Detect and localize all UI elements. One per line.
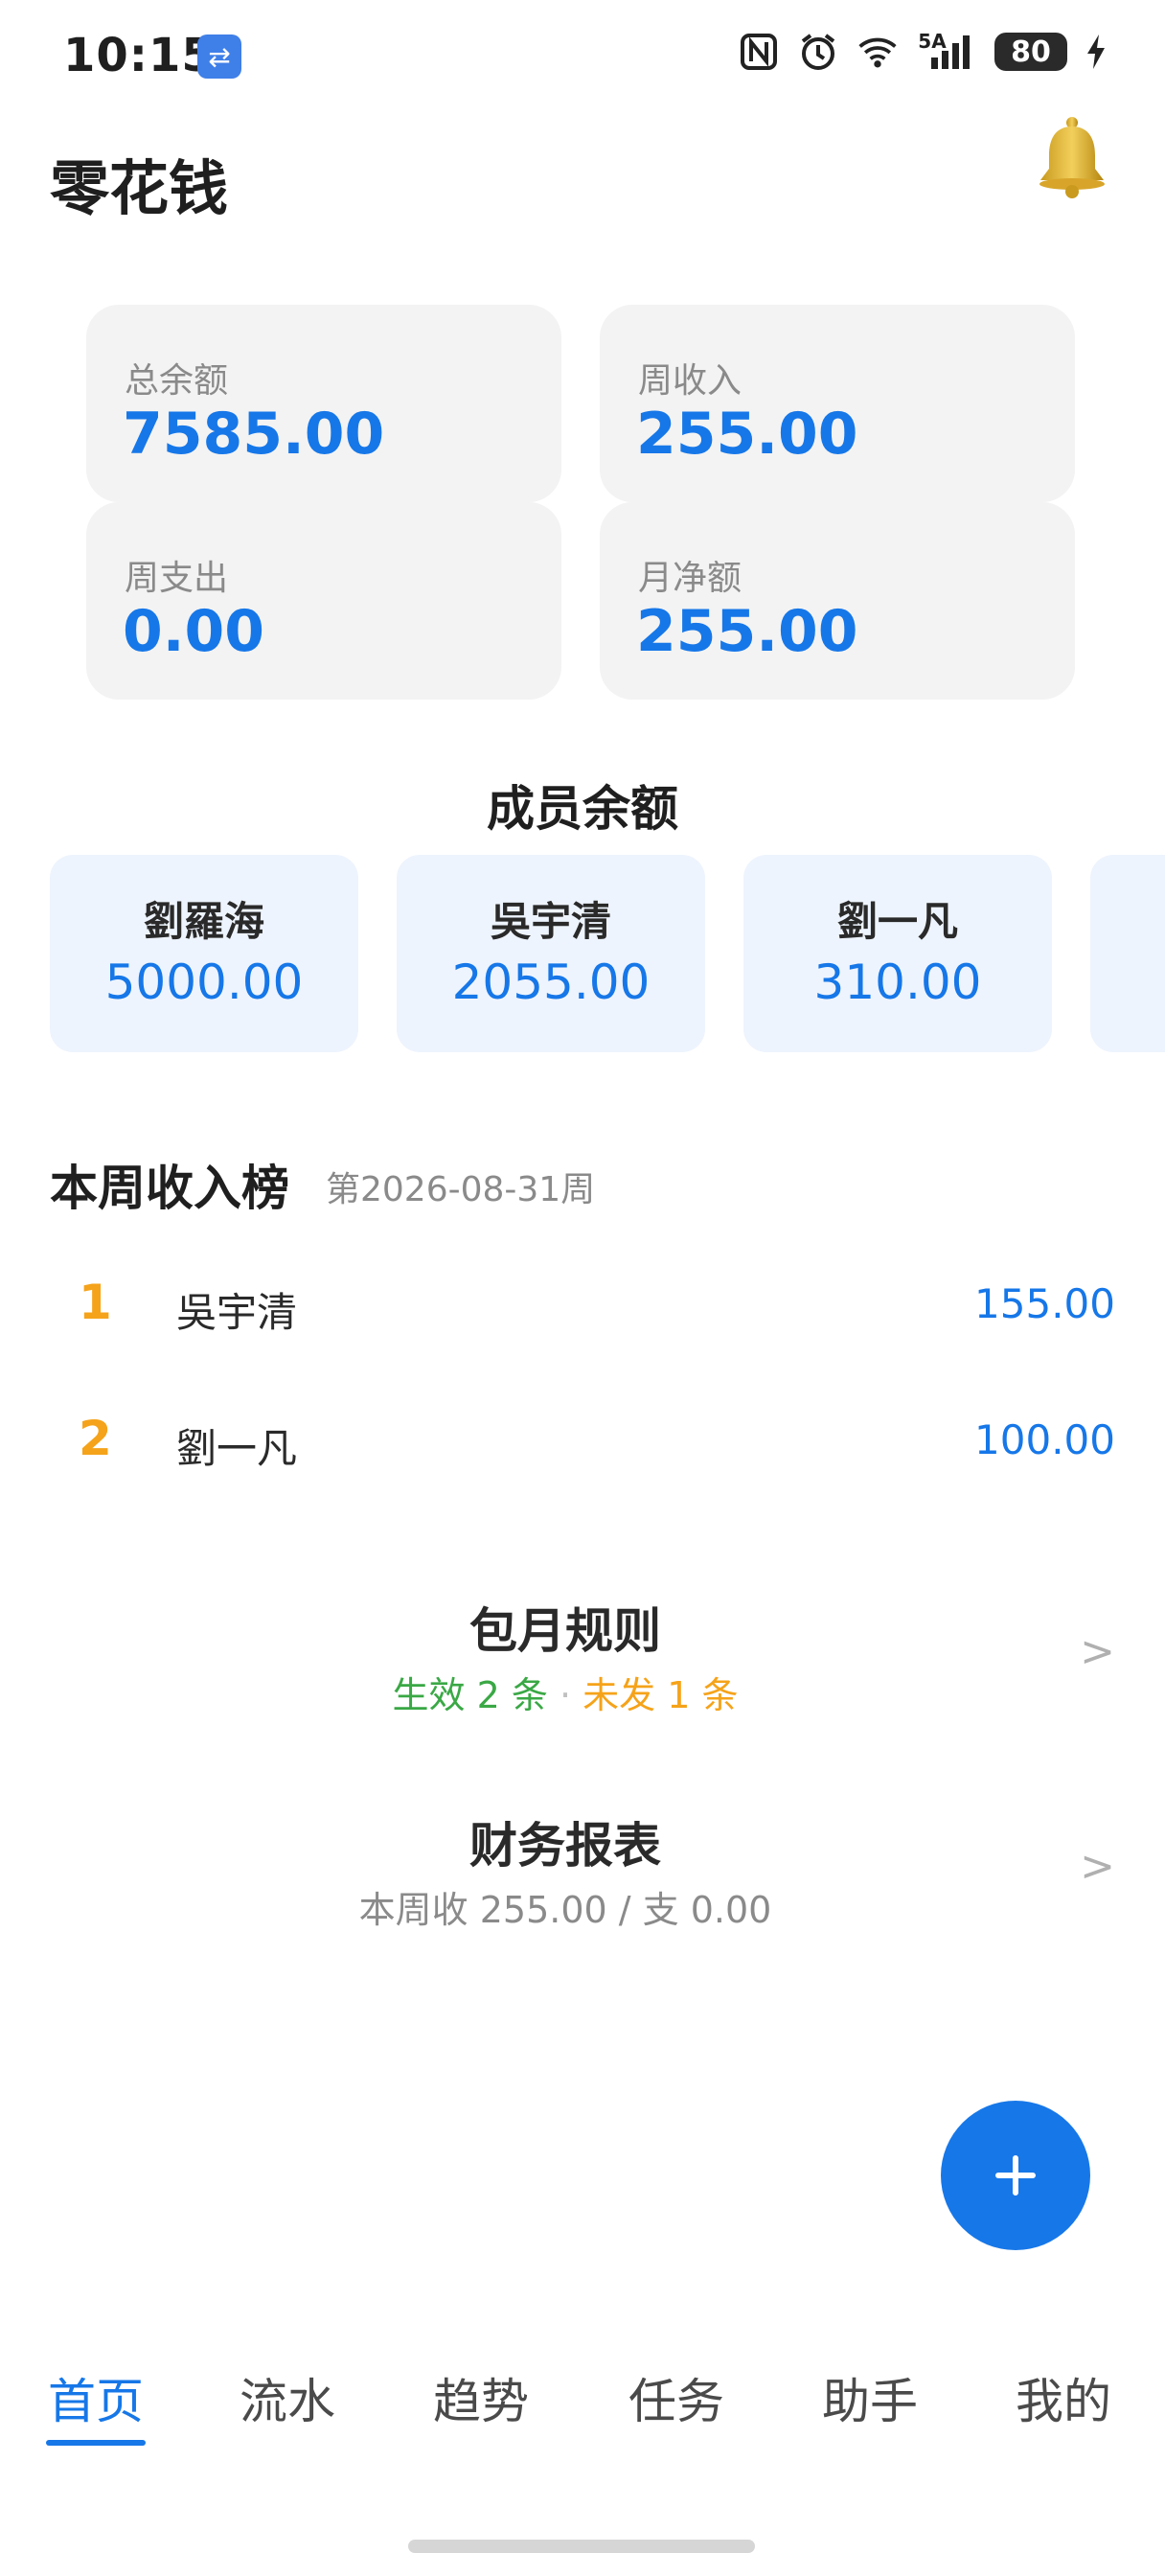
finance-report-title: 财务报表 (469, 1818, 661, 1874)
chevron-right-icon: > (1080, 1842, 1115, 1891)
monthly-rules-entry[interactable]: 包月规则 生效 2 条 · 未发 1 条 > (0, 1593, 1165, 1746)
rank-name: 劉一凡 (176, 1425, 298, 1472)
monthly-rules-status: 生效 2 条 · 未发 1 条 (0, 1666, 1131, 1718)
plus-icon (995, 2155, 1036, 2196)
member-name: 劉羅海 (143, 898, 264, 945)
chevron-right-icon: > (1080, 1627, 1115, 1676)
add-button[interactable] (941, 2101, 1090, 2250)
member-name: 吳宇清 (490, 898, 611, 945)
nav-home[interactable]: 首页 (48, 2363, 144, 2432)
member-card-partial[interactable] (1090, 855, 1165, 1052)
nav-trends[interactable]: 趋势 (433, 2363, 529, 2432)
nfc-icon (738, 31, 780, 73)
nav-assistant[interactable]: 助手 (822, 2363, 918, 2432)
member-balance: 5000.00 (104, 954, 304, 1010)
ranking-row[interactable]: 1 吳宇清 155.00 (50, 1254, 1115, 1349)
member-card[interactable]: 劉一凡 310.00 (743, 855, 1052, 1052)
ranking-row[interactable]: 2 劉一凡 100.00 (50, 1390, 1115, 1485)
nav-transactions[interactable]: 流水 (240, 2363, 335, 2432)
ranking-week: 第2026-08-31周 (326, 1170, 596, 1209)
week-expense-label: 周支出 (125, 559, 229, 598)
status-icons: 5A 80 (738, 30, 1108, 73)
member-name: 劉一凡 (836, 898, 958, 945)
monthly-rules-title: 包月规则 (469, 1603, 661, 1659)
nav-tasks[interactable]: 任务 (628, 2363, 724, 2432)
week-income-label: 周收入 (638, 361, 742, 401)
member-balance: 310.00 (813, 954, 982, 1010)
ranking-title: 本周收入榜 (50, 1161, 289, 1216)
rank-number: 1 (79, 1275, 112, 1330)
week-expense-value: 0.00 (123, 598, 265, 665)
member-balance: 2055.00 (451, 954, 651, 1010)
alarm-icon (797, 31, 839, 73)
week-income-card: 周收入 255.00 (600, 305, 1075, 502)
usb-icon: ⇄ (197, 34, 241, 79)
member-card[interactable]: 劉羅海 5000.00 (50, 855, 358, 1052)
separator: · (559, 1674, 572, 1716)
week-expense-card: 周支出 0.00 (86, 502, 561, 700)
wifi-icon (857, 31, 899, 73)
network-label: 5A (918, 30, 947, 53)
bell-icon[interactable] (1029, 113, 1115, 199)
status-time: 10:15 (63, 29, 215, 82)
nav-active-indicator (46, 2440, 146, 2446)
home-indicator[interactable] (408, 2540, 755, 2553)
rank-amount: 155.00 (974, 1280, 1115, 1327)
week-income-value: 255.00 (636, 401, 858, 468)
finance-report-entry[interactable]: 财务报表 本周收 255.00 / 支 0.00 > (0, 1807, 1165, 1961)
total-balance-value: 7585.00 (123, 401, 385, 468)
pending-rules: 未发 1 条 (582, 1674, 739, 1716)
battery-level: 80 (1011, 34, 1051, 69)
charging-icon (1085, 31, 1108, 73)
battery-icon: 80 (994, 33, 1067, 71)
month-net-label: 月净额 (638, 559, 742, 598)
rank-number: 2 (79, 1411, 112, 1466)
members-title: 成员余额 (487, 781, 678, 837)
month-net-value: 255.00 (636, 598, 858, 665)
page-title: 零花钱 (50, 153, 229, 223)
active-rules: 生效 2 条 (392, 1674, 548, 1716)
bottom-nav: 首页 流水 趋势 任务 助手 我的 (0, 2363, 1165, 2450)
rank-amount: 100.00 (974, 1416, 1115, 1463)
nav-me[interactable]: 我的 (1016, 2363, 1111, 2432)
member-card[interactable]: 吳宇清 2055.00 (397, 855, 705, 1052)
rank-name: 吳宇清 (176, 1289, 298, 1336)
total-balance-card: 总余额 7585.00 (86, 305, 561, 502)
finance-report-summary: 本周收 255.00 / 支 0.00 (358, 1889, 772, 1931)
total-balance-label: 总余额 (125, 361, 229, 401)
signal-5a-icon: 5A (916, 30, 977, 73)
month-net-card: 月净额 255.00 (600, 502, 1075, 700)
